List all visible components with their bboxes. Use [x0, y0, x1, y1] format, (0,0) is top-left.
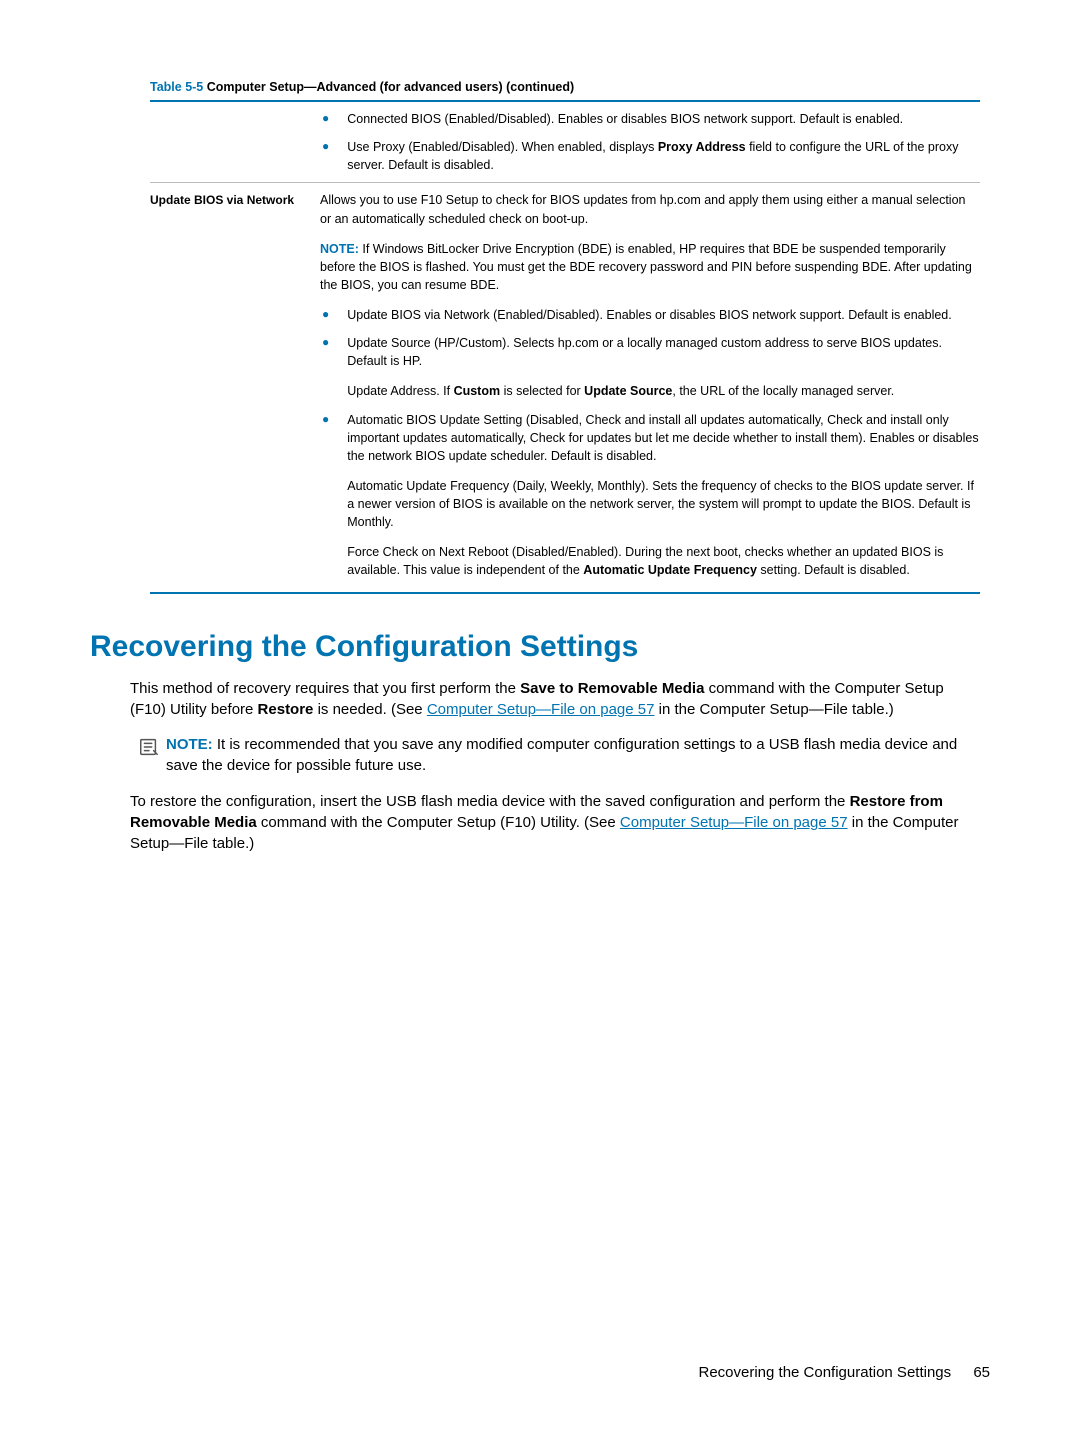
text-fragment: Use Proxy (Enabled/Disabled). When enabl… [347, 140, 658, 154]
table-caption: Table 5-5 Computer Setup—Advanced (for a… [150, 80, 980, 94]
bullet-icon: ● [322, 306, 329, 324]
xref-link[interactable]: Computer Setup—File on page 57 [427, 701, 655, 718]
list-item: ● Connected BIOS (Enabled/Disabled). Ena… [320, 110, 980, 128]
bullet-icon: ● [322, 334, 329, 400]
bullet-icon: ● [322, 411, 329, 580]
text-fragment: To restore the configuration, insert the… [130, 793, 850, 810]
text-fragment: is selected for [500, 384, 584, 398]
table-rule-bottom [150, 592, 980, 594]
page-number: 65 [973, 1364, 990, 1381]
table-number: Table 5-5 [150, 80, 203, 94]
paragraph: This method of recovery requires that yo… [130, 678, 980, 721]
xref-link[interactable]: Computer Setup—File on page 57 [620, 814, 848, 831]
text-fragment: Update Address. If [347, 384, 453, 398]
row-label: Update BIOS via Network [150, 191, 320, 579]
text-fragment: , the URL of the locally managed server. [672, 384, 894, 398]
paragraph: To restore the configuration, insert the… [130, 791, 980, 855]
list-item: ● Update BIOS via Network (Enabled/Disab… [320, 306, 980, 324]
list-text: Use Proxy (Enabled/Disabled). When enabl… [347, 138, 980, 174]
table-section: Table 5-5 Computer Setup—Advanced (for a… [150, 80, 980, 594]
paragraph: Allows you to use F10 Setup to check for… [320, 191, 980, 227]
bold-text: Custom [454, 384, 501, 398]
bold-text: Proxy Address [658, 140, 746, 154]
note-text: If Windows BitLocker Drive Encryption (B… [320, 242, 972, 292]
table-title: Computer Setup—Advanced (for advanced us… [203, 80, 574, 94]
list-item: ● Use Proxy (Enabled/Disabled). When ena… [320, 138, 980, 174]
sub-paragraph: Update Address. If Custom is selected fo… [347, 382, 980, 400]
note-body: NOTE: It is recommended that you save an… [166, 734, 980, 777]
list-text: Connected BIOS (Enabled/Disabled). Enabl… [347, 110, 980, 128]
footer-title: Recovering the Configuration Settings [698, 1364, 951, 1381]
text-fragment: in the Computer Setup—File table.) [654, 701, 893, 718]
sub-paragraph: Automatic Update Frequency (Daily, Weekl… [347, 477, 980, 531]
row-label-empty [150, 110, 320, 174]
text-fragment: is needed. (See [313, 701, 426, 718]
list-text: Automatic BIOS Update Setting (Disabled,… [347, 411, 980, 580]
row-content: ● Connected BIOS (Enabled/Disabled). Ena… [320, 110, 980, 174]
sub-paragraph: Force Check on Next Reboot (Disabled/Ena… [347, 543, 980, 579]
bullet-icon: ● [322, 110, 329, 128]
paragraph: Automatic BIOS Update Setting (Disabled,… [347, 411, 980, 465]
list-text: Update BIOS via Network (Enabled/Disable… [347, 306, 980, 324]
bold-text: Automatic Update Frequency [583, 563, 757, 577]
list-text: Update Source (HP/Custom). Selects hp.co… [347, 334, 980, 400]
note-label: NOTE: [320, 242, 359, 256]
page-footer: Recovering the Configuration Settings 65 [698, 1364, 990, 1381]
bold-text: Update Source [584, 384, 672, 398]
note-text: It is recommended that you save any modi… [166, 736, 957, 774]
note-block: NOTE: It is recommended that you save an… [138, 734, 980, 777]
bullet-icon: ● [322, 138, 329, 174]
section-heading: Recovering the Configuration Settings [90, 630, 990, 664]
table-row: Update BIOS via Network Allows you to us… [150, 183, 980, 587]
bold-text: Restore [258, 701, 314, 718]
paragraph: Update Source (HP/Custom). Selects hp.co… [347, 334, 980, 370]
note-label: NOTE: [166, 736, 213, 753]
text-fragment: command with the Computer Setup (F10) Ut… [257, 814, 620, 831]
table-row: ● Connected BIOS (Enabled/Disabled). Ena… [150, 102, 980, 183]
bold-text: Save to Removable Media [520, 680, 704, 697]
note-paragraph: NOTE: If Windows BitLocker Drive Encrypt… [320, 240, 980, 294]
body-section: This method of recovery requires that yo… [130, 678, 980, 855]
list-item: ● Update Source (HP/Custom). Selects hp.… [320, 334, 980, 400]
text-fragment: This method of recovery requires that yo… [130, 680, 520, 697]
row-content: Allows you to use F10 Setup to check for… [320, 191, 980, 579]
text-fragment: setting. Default is disabled. [757, 563, 910, 577]
list-item: ● Automatic BIOS Update Setting (Disable… [320, 411, 980, 580]
note-icon [138, 734, 166, 777]
